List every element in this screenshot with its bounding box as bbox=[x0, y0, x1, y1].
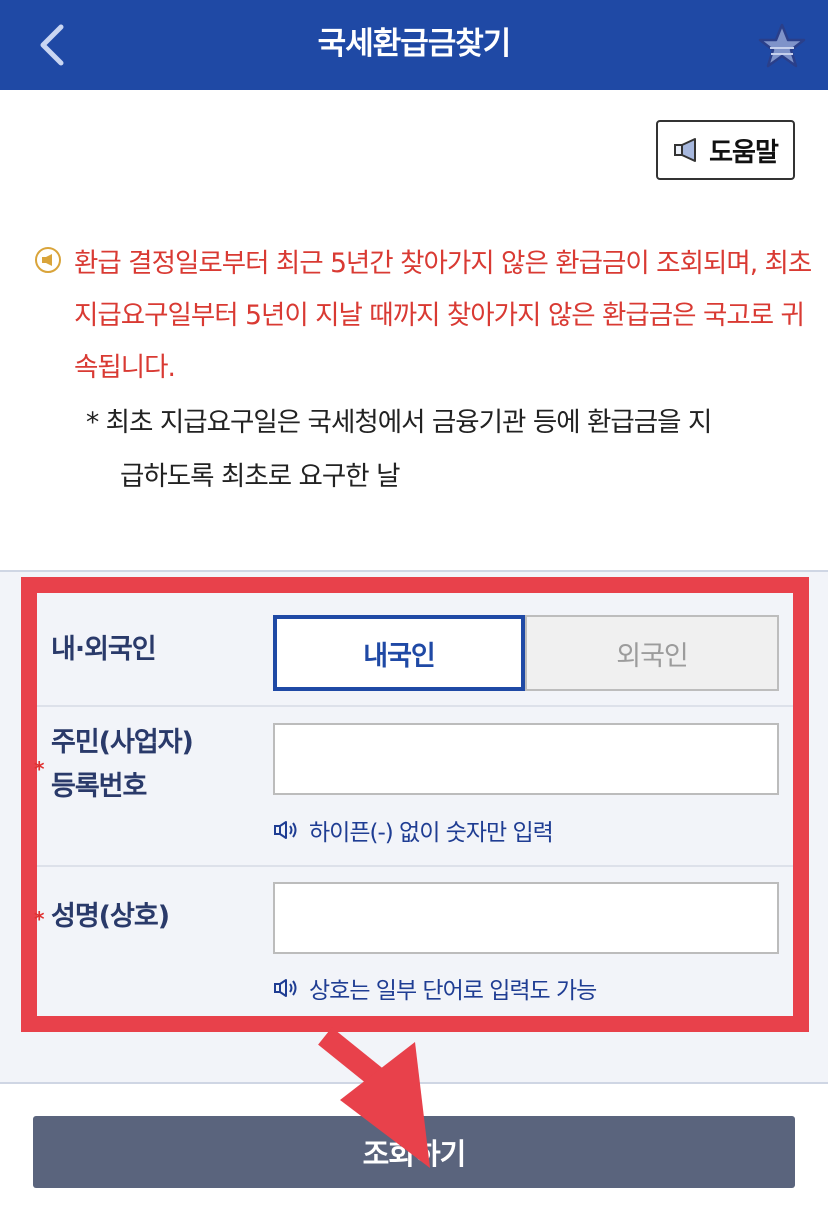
page-title: 국세환급금찾기 bbox=[317, 26, 512, 62]
reg-number-label-line-2: 등록번호 bbox=[51, 771, 147, 802]
notice-text: 환급 결정일로부터 최근 5년간 찾아가지 않은 환급금이 조회되며, 최초 지… bbox=[74, 248, 812, 383]
domestic-option[interactable]: 내국인 bbox=[273, 615, 525, 691]
footnote-line-1: * 최초 지급요구일은 국세청에서 금융기관 등에 환급금을 지 bbox=[86, 407, 712, 438]
star-icon bbox=[758, 23, 806, 68]
speaker-hint-icon bbox=[274, 821, 297, 839]
reg-number-label-line-1: 주민(사업자) bbox=[51, 727, 194, 758]
search-button[interactable]: 조회하기 bbox=[33, 1116, 795, 1188]
footnote: * 최초 지급요구일은 국세청에서 금융기관 등에 환급금을 지 급하도록 최초… bbox=[86, 396, 786, 504]
footnote-line-2: 급하도록 최초로 요구한 날 bbox=[120, 461, 400, 492]
help-label: 도움말 bbox=[709, 137, 779, 168]
required-mark: * bbox=[34, 757, 45, 781]
required-mark: * bbox=[34, 907, 45, 931]
reg-number-input[interactable] bbox=[273, 723, 779, 795]
app-header: 국세환급금찾기 bbox=[0, 0, 828, 90]
reg-number-hint: 하이픈(-) 없이 숫자만 입력 bbox=[273, 813, 554, 847]
search-form: 내·외국인 내국인 외국인 * 주민(사업자) 등록번호 하이픈(-) 없이 숫… bbox=[34, 593, 793, 1016]
speaker-icon bbox=[674, 138, 697, 162]
favorite-button[interactable] bbox=[754, 20, 810, 72]
reg-number-hint-text: 하이픈(-) 없이 숫자만 입력 bbox=[309, 820, 554, 846]
name-input[interactable] bbox=[273, 882, 779, 954]
name-hint-text: 상호는 일부 단어로 입력도 가능 bbox=[309, 978, 597, 1004]
nationality-label: 내·외국인 bbox=[51, 634, 157, 665]
reg-number-label: 주민(사업자) 등록번호 bbox=[51, 721, 194, 809]
name-label: 성명(상호) bbox=[51, 901, 170, 932]
name-hint: 상호는 일부 단어로 입력도 가능 bbox=[273, 971, 597, 1005]
name-row: * 성명(상호) 상호는 일부 단어로 입력도 가능 bbox=[34, 867, 793, 1016]
reg-number-row: * 주민(사업자) 등록번호 하이픈(-) 없이 숫자만 입력 bbox=[34, 707, 793, 867]
speaker-notice-icon bbox=[35, 247, 61, 273]
speaker-hint-icon bbox=[274, 979, 297, 997]
nationality-row: 내·외국인 내국인 외국인 bbox=[37, 593, 793, 707]
foreign-option[interactable]: 외국인 bbox=[525, 615, 779, 691]
help-button[interactable]: 도움말 bbox=[656, 120, 795, 180]
back-button[interactable] bbox=[26, 18, 78, 72]
nationality-toggle: 내국인 외국인 bbox=[273, 615, 779, 691]
chevron-left-icon bbox=[40, 24, 64, 66]
